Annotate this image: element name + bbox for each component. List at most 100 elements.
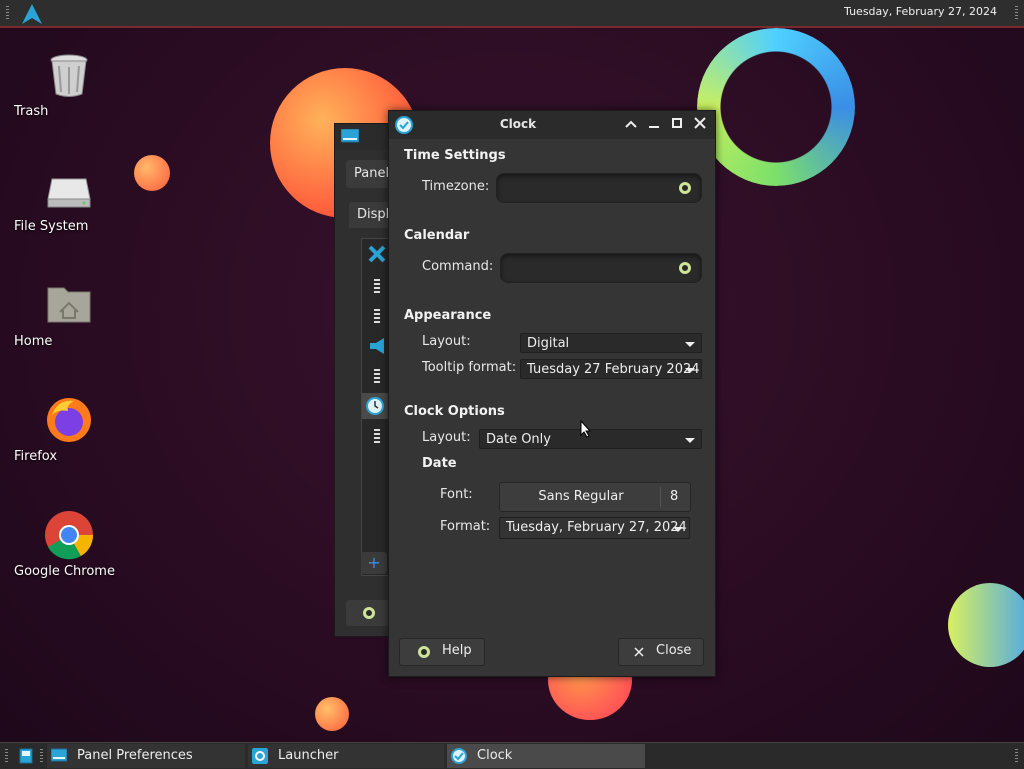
clock-icon bbox=[366, 397, 384, 415]
monitor-icon bbox=[51, 748, 67, 762]
maximize-icon bbox=[672, 118, 682, 128]
arch-logo-icon[interactable] bbox=[20, 3, 44, 25]
appearance-layout-select[interactable]: Digital bbox=[520, 333, 702, 353]
separator-icon bbox=[368, 427, 386, 445]
desktop-icon-google-chrome[interactable]: Google Chrome bbox=[14, 510, 124, 579]
taskbar: Panel Preferences Launcher Clock bbox=[0, 742, 1024, 769]
add-item-button[interactable]: + bbox=[361, 552, 387, 574]
clock-dialog[interactable]: Clock Time Settings Timezone: Calendar C… bbox=[388, 110, 716, 677]
task-launcher[interactable]: Launcher bbox=[248, 744, 444, 768]
window-titlebar[interactable] bbox=[335, 124, 395, 150]
section-time-settings: Time Settings bbox=[404, 148, 506, 163]
tooltip-format-value: Tuesday 27 February 2024 bbox=[527, 362, 700, 377]
item-icon bbox=[368, 245, 386, 263]
drive-icon bbox=[44, 165, 94, 215]
firefox-icon bbox=[44, 395, 94, 445]
panel-grip-right[interactable] bbox=[1015, 6, 1018, 20]
task-clock-active[interactable]: Clock bbox=[447, 744, 645, 768]
monitor-icon bbox=[341, 129, 359, 143]
minimize-button[interactable] bbox=[646, 117, 662, 133]
font-label: Font: bbox=[440, 487, 473, 502]
back-help-button[interactable] bbox=[346, 600, 394, 626]
decor-orange-circle-small bbox=[134, 155, 170, 191]
maximize-button[interactable] bbox=[669, 117, 685, 133]
clock-icon bbox=[451, 748, 467, 764]
close-label: Close bbox=[656, 643, 692, 658]
font-size: 8 bbox=[670, 489, 679, 504]
appearance-layout-label: Layout: bbox=[422, 334, 471, 349]
chrome-icon bbox=[44, 510, 94, 560]
task-label: Panel Preferences bbox=[77, 748, 193, 763]
desktop-icon-file-system[interactable]: File System bbox=[14, 165, 124, 234]
chevron-down-icon bbox=[685, 368, 695, 373]
minimize-icon bbox=[649, 126, 659, 128]
font-name: Sans Regular bbox=[538, 489, 624, 504]
tooltip-format-label: Tooltip format: bbox=[422, 360, 517, 375]
panel-preferences-window[interactable]: Panel Displ + bbox=[334, 123, 397, 637]
taskbar-grip[interactable] bbox=[5, 749, 8, 763]
lifebuoy-icon[interactable] bbox=[679, 182, 691, 194]
home-folder-icon bbox=[44, 280, 94, 330]
chevron-down-icon bbox=[685, 438, 695, 443]
desktop-icon-trash[interactable]: Trash bbox=[14, 50, 124, 119]
mouse-cursor-icon bbox=[580, 420, 592, 438]
separator-icon bbox=[368, 367, 386, 385]
command-input[interactable] bbox=[500, 253, 702, 283]
section-appearance: Appearance bbox=[404, 308, 492, 323]
close-icon bbox=[634, 647, 644, 657]
taskbar-grip-right[interactable] bbox=[1015, 749, 1018, 763]
help-label: Help bbox=[442, 643, 472, 658]
tooltip-format-select[interactable]: Tuesday 27 February 2024 bbox=[520, 359, 702, 379]
taskbar-grip[interactable] bbox=[40, 749, 43, 763]
separator-icon bbox=[368, 277, 386, 295]
lifebuoy-icon[interactable] bbox=[679, 262, 691, 274]
font-divider bbox=[660, 487, 661, 507]
desktop-icon-home[interactable]: Home bbox=[14, 280, 124, 349]
decor-orange-circle-bottom-small bbox=[315, 697, 349, 731]
desktop-icon-label: Google Chrome bbox=[14, 564, 115, 579]
help-icon bbox=[418, 646, 430, 658]
chevron-down-icon bbox=[685, 342, 695, 347]
gear-icon bbox=[252, 748, 268, 764]
window-titlebar[interactable]: Clock bbox=[389, 111, 715, 139]
format-label: Format: bbox=[440, 519, 491, 534]
command-label: Command: bbox=[422, 259, 494, 274]
megaphone-icon bbox=[370, 338, 384, 354]
timezone-input[interactable] bbox=[496, 173, 702, 203]
clock-layout-value: Date Only bbox=[486, 432, 551, 447]
date-format-select[interactable]: Tuesday, February 27, 2024 bbox=[499, 517, 690, 539]
timezone-label: Timezone: bbox=[422, 179, 490, 194]
date-format-value: Tuesday, February 27, 2024 bbox=[506, 520, 687, 535]
section-calendar: Calendar bbox=[404, 228, 470, 243]
panel-selector-button[interactable]: Panel bbox=[346, 160, 394, 188]
help-icon bbox=[363, 607, 375, 619]
window-title: Clock bbox=[499, 117, 537, 131]
task-label: Clock bbox=[477, 748, 513, 763]
desktop-icon-label: Home bbox=[14, 334, 53, 349]
panel-clock[interactable]: Tuesday, February 27, 2024 bbox=[844, 5, 997, 18]
clock-layout-label: Layout: bbox=[422, 430, 471, 445]
shade-button[interactable] bbox=[623, 117, 639, 133]
section-clock-options: Clock Options bbox=[404, 404, 505, 419]
appearance-layout-value: Digital bbox=[527, 336, 570, 351]
decor-ring bbox=[697, 28, 855, 186]
task-panel-preferences[interactable]: Panel Preferences bbox=[47, 744, 245, 768]
desktop-icon-label: Trash bbox=[14, 104, 49, 119]
help-button[interactable]: Help bbox=[399, 638, 485, 666]
task-label: Launcher bbox=[278, 748, 339, 763]
panel-grip[interactable] bbox=[6, 6, 9, 20]
show-desktop-icon[interactable] bbox=[19, 748, 33, 764]
desktop-icon-label: Firefox bbox=[14, 449, 58, 464]
desktop-icon-label: File System bbox=[14, 219, 89, 234]
chevron-down-icon bbox=[673, 527, 683, 532]
chevron-up-icon bbox=[625, 120, 637, 128]
trash-icon bbox=[44, 50, 94, 100]
font-button[interactable]: Sans Regular 8 bbox=[499, 482, 691, 512]
close-window-button[interactable] bbox=[692, 117, 708, 133]
top-panel: Tuesday, February 27, 2024 bbox=[0, 0, 1024, 28]
close-icon bbox=[694, 117, 706, 129]
close-button[interactable]: Close bbox=[618, 638, 704, 666]
decor-gradient-circle-right bbox=[948, 583, 1024, 667]
desktop-icon-firefox[interactable]: Firefox bbox=[14, 395, 124, 464]
separator-icon bbox=[368, 307, 386, 325]
